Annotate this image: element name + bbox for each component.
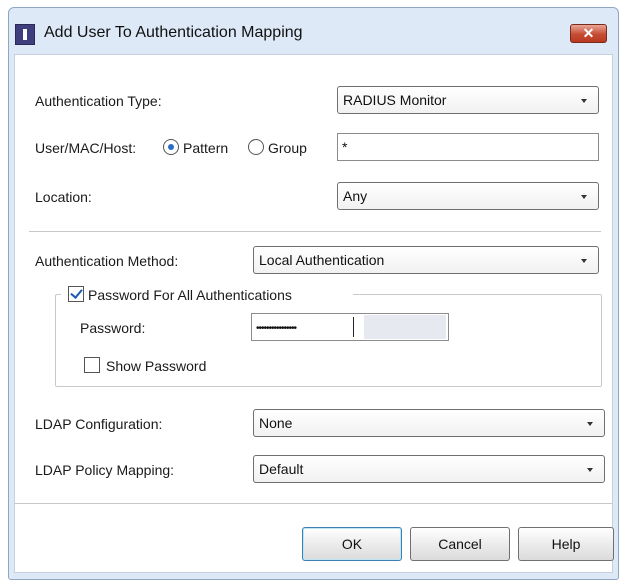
pattern-radio-label[interactable]: Pattern [183, 139, 228, 157]
chevron-down-icon [587, 468, 593, 472]
chevron-down-icon [587, 422, 593, 426]
ldap-policy-value: Default [259, 461, 304, 477]
location-value: Any [343, 188, 368, 204]
ldap-config-select[interactable]: None [253, 409, 605, 437]
ldap-config-label: LDAP Configuration: [35, 416, 163, 432]
chevron-down-icon [581, 259, 587, 263]
show-password-checkbox[interactable] [84, 357, 100, 373]
section-divider [29, 231, 601, 232]
auth-method-select[interactable]: Local Authentication [253, 246, 599, 274]
footer-divider [15, 503, 612, 504]
ldap-config-value: None [259, 415, 293, 431]
ldap-policy-select[interactable]: Default [253, 455, 605, 483]
location-select[interactable]: Any [337, 182, 599, 210]
password-input[interactable]: •••••••••••••••• [251, 313, 449, 341]
password-all-auth-checkbox[interactable] [68, 286, 84, 302]
text-caret [353, 317, 354, 337]
auth-method-label: Authentication Method: [35, 253, 179, 269]
password-label: Password: [80, 320, 146, 336]
dialog-title: Add User To Authentication Mapping [44, 24, 303, 41]
auth-type-select[interactable]: RADIUS Monitor [337, 86, 599, 114]
password-all-auth-label[interactable]: Password For All Authentications [88, 286, 292, 304]
help-button[interactable]: Help [518, 527, 614, 561]
password-field-shade [364, 315, 446, 339]
auth-method-value: Local Authentication [259, 252, 385, 268]
close-button[interactable]: ✕ [570, 24, 607, 43]
app-info-icon [15, 24, 35, 45]
close-icon: ✕ [582, 25, 595, 41]
password-value: •••••••••••••••• [256, 323, 297, 334]
auth-type-value: RADIUS Monitor [343, 92, 447, 108]
cancel-button[interactable]: Cancel [410, 527, 510, 561]
chevron-down-icon [581, 99, 587, 103]
auth-type-label: Authentication Type: [35, 93, 162, 109]
pattern-radio[interactable] [163, 139, 179, 155]
ldap-policy-label: LDAP Policy Mapping: [35, 462, 175, 478]
show-password-label[interactable]: Show Password [106, 357, 206, 375]
user-mac-host-label: User/MAC/Host: [35, 140, 137, 156]
location-label: Location: [35, 189, 92, 205]
title-bar[interactable]: Add User To Authentication Mapping ✕ [9, 8, 618, 54]
group-radio-label[interactable]: Group [268, 139, 307, 157]
group-radio[interactable] [248, 139, 264, 155]
ok-button[interactable]: OK [302, 527, 402, 561]
chevron-down-icon [581, 195, 587, 199]
user-mac-host-value: * [342, 139, 348, 155]
user-mac-host-input[interactable]: * [337, 133, 599, 161]
dialog-window: Add User To Authentication Mapping ✕ Aut… [8, 7, 619, 580]
dialog-content: Authentication Type: RADIUS Monitor User… [14, 54, 614, 573]
